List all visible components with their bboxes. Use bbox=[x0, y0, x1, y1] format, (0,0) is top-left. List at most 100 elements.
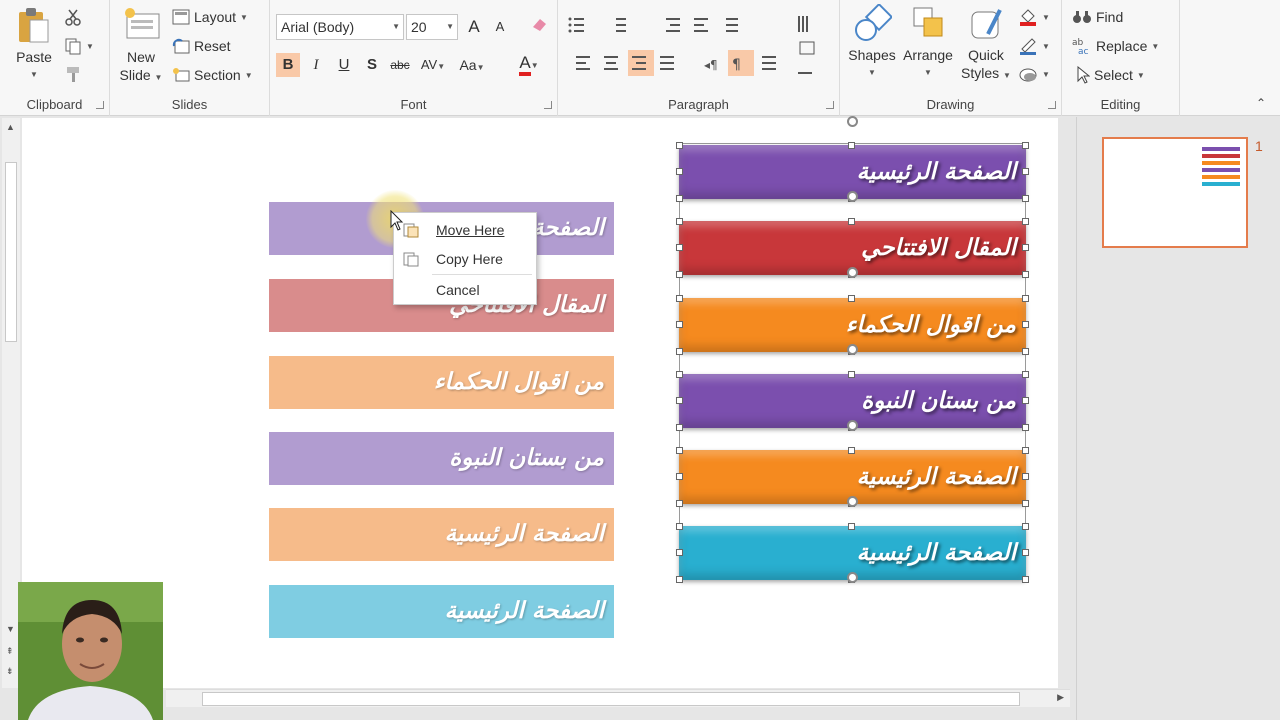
rotate-handle-icon[interactable] bbox=[847, 420, 858, 431]
vertical-scroll-thumb[interactable] bbox=[5, 162, 17, 342]
resize-handle[interactable] bbox=[1022, 473, 1029, 480]
select-button[interactable]: Select ▼ bbox=[1076, 64, 1145, 86]
clear-formatting-button[interactable] bbox=[527, 15, 551, 39]
scroll-up-icon[interactable]: ▲ bbox=[6, 122, 15, 132]
horizontal-scrollbar[interactable]: ▶ bbox=[166, 689, 1070, 707]
resize-handle[interactable] bbox=[848, 218, 855, 225]
resize-handle[interactable] bbox=[848, 295, 855, 302]
resize-handle[interactable] bbox=[676, 348, 683, 355]
svg-text:¶: ¶ bbox=[732, 57, 741, 73]
rotate-handle-icon[interactable] bbox=[847, 572, 858, 583]
resize-handle[interactable] bbox=[1022, 295, 1029, 302]
underline-button[interactable]: U bbox=[332, 53, 356, 77]
resize-handle[interactable] bbox=[676, 142, 683, 149]
resize-handle[interactable] bbox=[676, 321, 683, 328]
font-color-button[interactable]: A▼ bbox=[510, 51, 548, 76]
collapse-ribbon-icon[interactable]: ⌃ bbox=[1256, 96, 1266, 110]
shape-fill-button[interactable]: ▼ bbox=[1018, 6, 1050, 28]
resize-handle[interactable] bbox=[848, 447, 855, 454]
resize-handle[interactable] bbox=[848, 371, 855, 378]
horizontal-scroll-thumb[interactable] bbox=[202, 692, 1020, 706]
resize-handle[interactable] bbox=[1022, 523, 1029, 530]
resize-handle[interactable] bbox=[676, 271, 683, 278]
resize-handle[interactable] bbox=[676, 447, 683, 454]
change-case-button[interactable]: Aa▼ bbox=[454, 53, 490, 77]
resize-handle[interactable] bbox=[1022, 218, 1029, 225]
paste-caret-icon[interactable]: ▼ bbox=[8, 66, 60, 84]
section-button[interactable]: Section ▼ bbox=[172, 64, 253, 86]
replace-button[interactable]: ab ac Replace ▼ bbox=[1072, 35, 1159, 57]
resize-handle[interactable] bbox=[848, 142, 855, 149]
shape-outline-button[interactable]: ▼ bbox=[1018, 35, 1050, 57]
paragraph-launcher-icon[interactable] bbox=[826, 101, 834, 109]
resize-handle[interactable] bbox=[676, 576, 683, 583]
resize-handle[interactable] bbox=[676, 397, 683, 404]
bold-button[interactable]: B bbox=[276, 53, 300, 77]
resize-handle[interactable] bbox=[1022, 348, 1029, 355]
resize-handle[interactable] bbox=[676, 244, 683, 251]
resize-handle[interactable] bbox=[676, 195, 683, 202]
resize-handle[interactable] bbox=[1022, 244, 1029, 251]
resize-handle[interactable] bbox=[676, 168, 683, 175]
resize-handle[interactable] bbox=[1022, 271, 1029, 278]
resize-handle[interactable] bbox=[1022, 576, 1029, 583]
scroll-down-icon[interactable]: ▼ bbox=[6, 624, 15, 634]
resize-handle[interactable] bbox=[676, 371, 683, 378]
paste-button[interactable]: Paste ▼ bbox=[8, 6, 60, 84]
cut-button[interactable] bbox=[64, 6, 82, 28]
clipboard-launcher-icon[interactable] bbox=[96, 101, 104, 109]
layout-button[interactable]: Layout ▼ bbox=[172, 6, 248, 28]
find-button[interactable]: Find bbox=[1072, 6, 1123, 28]
move-here-item[interactable]: Move Here bbox=[394, 218, 536, 242]
shadow-button[interactable]: S bbox=[360, 53, 384, 77]
editing-group: Find ab ac Replace ▼ Select ▼ Editing bbox=[1062, 0, 1180, 116]
rotate-handle-icon[interactable] bbox=[847, 116, 858, 127]
resize-handle[interactable] bbox=[1022, 424, 1029, 431]
resize-handle[interactable] bbox=[1022, 500, 1029, 507]
font-name-combo[interactable]: Arial (Body) ▼ bbox=[276, 14, 404, 40]
next-slide-icon[interactable]: ⇟ bbox=[6, 666, 14, 677]
resize-handle[interactable] bbox=[676, 295, 683, 302]
resize-handle[interactable] bbox=[1022, 549, 1029, 556]
strikethrough-button[interactable]: abc bbox=[388, 53, 412, 77]
resize-handle[interactable] bbox=[848, 523, 855, 530]
resize-handle[interactable] bbox=[676, 500, 683, 507]
resize-handle[interactable] bbox=[1022, 371, 1029, 378]
resize-handle[interactable] bbox=[676, 523, 683, 530]
copy-button[interactable]: ▼ bbox=[64, 35, 94, 57]
cancel-item[interactable]: Cancel bbox=[394, 278, 536, 302]
italic-button[interactable]: I bbox=[304, 53, 328, 77]
resize-handle[interactable] bbox=[1022, 168, 1029, 175]
rotate-handle-icon[interactable] bbox=[847, 344, 858, 355]
rotate-handle-icon[interactable] bbox=[847, 191, 858, 202]
resize-handle[interactable] bbox=[676, 218, 683, 225]
scroll-right-icon[interactable]: ▶ bbox=[1057, 692, 1064, 703]
resize-handle[interactable] bbox=[1022, 321, 1029, 328]
arrange-button[interactable]: Arrange ▼ bbox=[900, 4, 956, 82]
resize-handle[interactable] bbox=[1022, 397, 1029, 404]
previous-slide-icon[interactable]: ⇞ bbox=[6, 646, 14, 657]
shrink-font-button[interactable]: A bbox=[488, 15, 512, 39]
resize-handle[interactable] bbox=[676, 549, 683, 556]
grow-font-button[interactable]: A bbox=[462, 15, 486, 39]
rotate-handle-icon[interactable] bbox=[847, 267, 858, 278]
slide-thumbnail-1[interactable] bbox=[1102, 137, 1248, 248]
resize-handle[interactable] bbox=[1022, 142, 1029, 149]
quick-styles-button[interactable]: Quick Styles ▼ bbox=[958, 4, 1014, 85]
font-size-combo[interactable]: 20 ▼ bbox=[406, 14, 458, 40]
resize-handle[interactable] bbox=[676, 473, 683, 480]
font-launcher-icon[interactable] bbox=[544, 101, 552, 109]
format-painter-button[interactable] bbox=[64, 63, 82, 85]
resize-handle[interactable] bbox=[676, 424, 683, 431]
move-here-label: Move Here bbox=[436, 222, 505, 238]
shapes-button[interactable]: Shapes ▼ bbox=[846, 4, 898, 82]
shape-effects-button[interactable]: ▼ bbox=[1018, 63, 1050, 85]
resize-handle[interactable] bbox=[1022, 447, 1029, 454]
character-spacing-button[interactable]: AV▼ bbox=[416, 53, 450, 77]
new-slide-button[interactable]: New Slide ▼ bbox=[116, 4, 166, 87]
reset-button[interactable]: Reset bbox=[172, 35, 231, 57]
drawing-launcher-icon[interactable] bbox=[1048, 101, 1056, 109]
copy-here-item[interactable]: Copy Here bbox=[394, 247, 536, 271]
resize-handle[interactable] bbox=[1022, 195, 1029, 202]
rotate-handle-icon[interactable] bbox=[847, 496, 858, 507]
